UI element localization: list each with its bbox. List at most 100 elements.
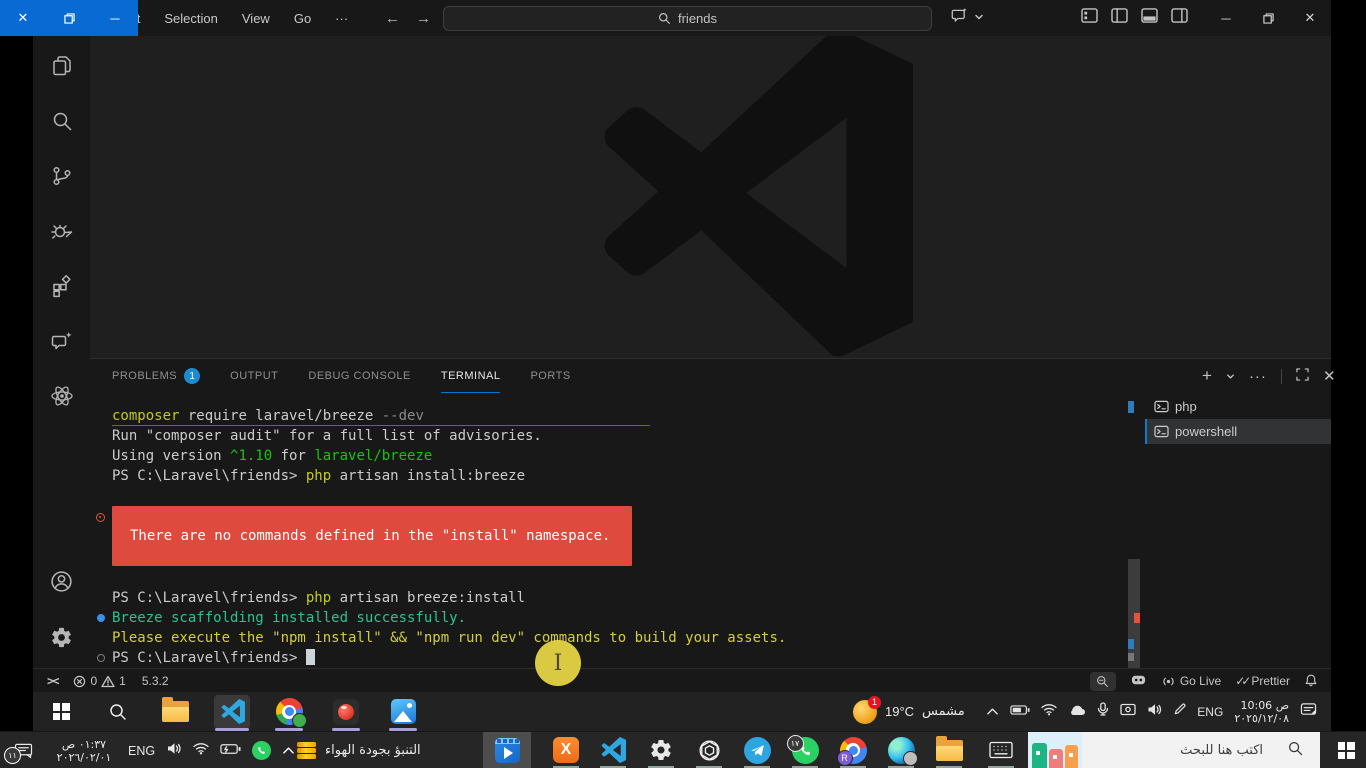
screen-recorder-icon[interactable] (328, 695, 364, 729)
command-center-search[interactable]: friends (443, 6, 932, 31)
clock[interactable]: 10:06 ص ٢٠٢٥/١٢/٠٨ (1234, 699, 1289, 725)
search-icon[interactable] (33, 101, 90, 141)
back-arrow-icon[interactable]: ← (385, 10, 400, 27)
menu-item-4[interactable]: ··· (335, 11, 348, 26)
settings-app-icon[interactable] (644, 733, 678, 767)
explorer-icon[interactable] (33, 46, 90, 86)
notifications-bell-icon[interactable] (1304, 673, 1318, 690)
file-explorer-icon[interactable] (157, 695, 193, 729)
os-start-button[interactable] (1326, 732, 1366, 768)
settings-gear-icon[interactable] (33, 617, 90, 657)
edge-app-icon[interactable] (884, 733, 918, 767)
action-center-icon[interactable]: ١١ (6, 736, 40, 766)
more-actions-icon[interactable]: ··· (1249, 368, 1267, 385)
taskbar-search-icon[interactable] (100, 695, 136, 729)
player-close-icon[interactable]: ✕ (0, 0, 46, 36)
terminal-output[interactable]: composer require laravel/breeze --devRun… (112, 393, 1122, 669)
photos-app-icon[interactable] (385, 695, 421, 729)
remote-indicator-icon[interactable]: >< (47, 674, 57, 688)
broadcast-icon (1161, 675, 1176, 688)
microphone-icon[interactable] (1097, 702, 1109, 721)
menu-item-2[interactable]: View (242, 11, 270, 26)
os-tray-chevron-icon[interactable] (282, 742, 295, 760)
maximize-panel-icon[interactable] (1296, 368, 1309, 385)
battery-icon[interactable] (1010, 703, 1030, 721)
terminal-list: phppowershell (1145, 394, 1331, 444)
menu-item-1[interactable]: Selection (164, 11, 217, 26)
error-icon (73, 675, 86, 688)
os-battery-icon[interactable] (220, 742, 241, 760)
chrome-taskbar-icon[interactable] (271, 695, 307, 729)
tab-debug-console[interactable]: DEBUG CONSOLE (308, 360, 410, 393)
copilot-status-icon[interactable] (1130, 672, 1147, 690)
menu-item-3[interactable]: Go (294, 11, 311, 26)
run-debug-icon[interactable] (33, 211, 90, 251)
weather-widget[interactable]: 1 19°C مشمس (853, 692, 965, 731)
news-weather-widget[interactable]: التنبؤ بجودة الهواء (297, 732, 421, 768)
cast-icon[interactable] (1120, 703, 1136, 721)
movies-tv-app-active[interactable] (483, 732, 531, 768)
toggle-panel-icon[interactable] (1141, 8, 1158, 28)
os-wifi-icon[interactable] (193, 742, 209, 760)
player-minimize-icon[interactable]: ─ (92, 0, 138, 36)
terminal-instance-php[interactable]: php (1145, 394, 1331, 419)
tray-chevron-icon[interactable] (986, 703, 999, 721)
keyboard-app-icon[interactable] (984, 733, 1018, 767)
php-version[interactable]: 5.3.2 (142, 674, 169, 688)
xampp-app-icon[interactable]: X (549, 733, 583, 767)
os-language-indicator[interactable]: ENG (128, 744, 155, 758)
chrome-app-icon[interactable]: R (836, 733, 870, 767)
terminal-dropdown-icon[interactable] (1226, 368, 1235, 385)
time: 10:06 ص (1234, 699, 1289, 712)
tab-ports[interactable]: PORTS (530, 360, 570, 393)
notification-center-icon[interactable] (1300, 702, 1317, 722)
os-speaker-icon[interactable] (166, 742, 182, 760)
toggle-secondary-sidebar-icon[interactable] (1171, 8, 1188, 28)
terminal-line: PS C:\Laravel\friends> (112, 648, 1122, 668)
player-window-controls: ✕ ─ (0, 0, 138, 36)
speaker-icon[interactable] (1147, 703, 1162, 721)
source-control-icon[interactable] (33, 156, 90, 196)
go-live-button[interactable]: Go Live (1161, 674, 1221, 688)
toggle-sidebar-icon[interactable] (1111, 8, 1128, 28)
whatsapp-app-icon[interactable]: ١٧ (788, 733, 822, 767)
copilot-chat-icon[interactable] (951, 7, 968, 29)
prettier-button[interactable]: ✓✓ Prettier (1235, 674, 1290, 688)
react-devtools-icon[interactable] (33, 376, 90, 416)
telegram-app-icon[interactable] (740, 733, 774, 767)
vscode-taskbar-icon[interactable] (214, 695, 250, 729)
whatsapp-badge: ١٧ (787, 735, 804, 752)
air-quality-icon (297, 742, 316, 759)
problems-status[interactable]: 0 1 (73, 674, 125, 688)
player-restore-icon[interactable] (46, 0, 92, 36)
tab-output[interactable]: OUTPUT (230, 360, 278, 393)
chatgpt-app-icon[interactable] (692, 733, 726, 767)
restore-button[interactable] (1247, 0, 1289, 36)
onedrive-cloud-icon[interactable] (1068, 703, 1086, 721)
language-indicator[interactable]: ENG (1197, 705, 1223, 719)
close-panel-icon[interactable]: ✕ (1323, 367, 1336, 385)
os-clock[interactable]: ٠١:٣٧ ص ٢٠٢٦/٠٢/٠١ (51, 738, 117, 764)
new-terminal-icon[interactable]: + (1202, 366, 1212, 386)
close-button[interactable]: ✕ (1289, 0, 1331, 36)
customize-layout-icon[interactable] (1081, 8, 1098, 28)
notification-badge: ١١ (4, 747, 21, 764)
start-button[interactable] (43, 695, 79, 729)
terminal-scrollbar[interactable] (1128, 393, 1140, 669)
zoom-status-icon[interactable] (1090, 672, 1116, 691)
vscode-app-icon[interactable] (596, 733, 630, 767)
forward-arrow-icon[interactable]: → (416, 10, 431, 27)
pen-icon[interactable] (1173, 703, 1186, 721)
extensions-icon[interactable] (33, 266, 90, 306)
terminal-instance-powershell[interactable]: powershell (1145, 419, 1331, 444)
minimize-button[interactable]: ─ (1205, 0, 1247, 36)
chevron-down-icon[interactable] (974, 9, 984, 27)
os-search-box[interactable]: اكتب هنا للبحث (1028, 732, 1320, 768)
tab-problems[interactable]: PROBLEMS1 (112, 360, 200, 393)
wifi-icon[interactable] (1041, 703, 1057, 721)
chat-icon[interactable] (33, 321, 90, 361)
whatsapp-tray-icon[interactable] (252, 741, 271, 760)
file-explorer-app-icon[interactable] (932, 733, 966, 767)
account-icon[interactable] (33, 561, 90, 601)
tab-terminal[interactable]: TERMINAL (441, 359, 501, 393)
